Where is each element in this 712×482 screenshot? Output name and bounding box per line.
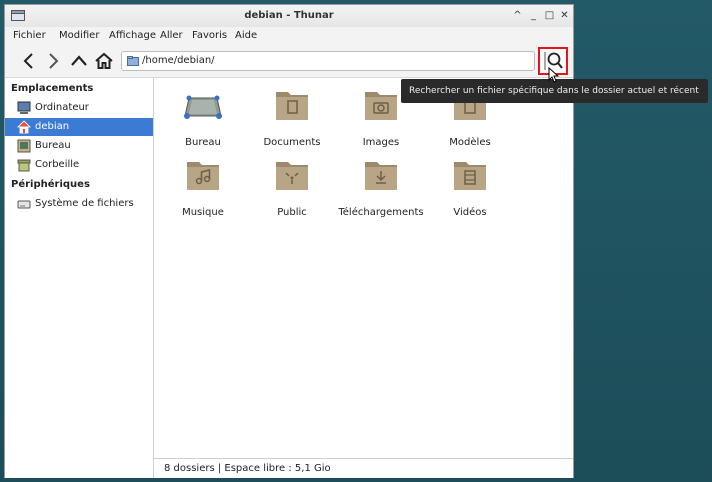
file-view: Bureau Documents Images Modèles Musique … <box>154 78 573 458</box>
location-bar[interactable]: /home/debian/ <box>121 51 535 71</box>
maximize-button[interactable]: □ <box>543 9 556 22</box>
file-item-musique[interactable]: Musique <box>158 154 248 220</box>
sidebar-item-label: Système de fichiers <box>35 198 134 209</box>
menu-aller[interactable]: Aller <box>160 30 183 41</box>
arrow-up-icon[interactable] <box>69 51 89 71</box>
desktop-icon <box>17 139 31 153</box>
file-item-public[interactable]: Public <box>247 154 337 220</box>
drive-icon <box>17 200 31 209</box>
status-bar: 8 dossiers | Espace libre : 5,1 Gio <box>154 458 573 478</box>
file-item-label: Téléchargements <box>338 207 424 218</box>
file-item-videos[interactable]: Vidéos <box>425 154 515 220</box>
file-item-label: Modèles <box>449 137 491 148</box>
file-item-documents[interactable]: Documents <box>247 84 337 150</box>
sidebar-item-systeme-fichiers[interactable]: Système de fichiers <box>5 195 153 213</box>
public-folder-icon <box>276 162 308 190</box>
sidebar-heading-devices: Périphériques <box>11 179 90 190</box>
sidebar-item-debian[interactable]: debian <box>5 118 153 136</box>
menu-affichage[interactable]: Affichage <box>109 30 156 41</box>
file-item-label: Musique <box>182 207 224 218</box>
close-button[interactable]: ✕ <box>558 9 571 22</box>
minimize-button[interactable]: _ <box>527 9 540 22</box>
file-item-label: Images <box>362 137 400 148</box>
trash-icon <box>17 159 31 172</box>
file-item-label: Vidéos <box>453 207 487 218</box>
toolbar: /home/debian/ <box>5 45 573 78</box>
sidebar-item-corbeille[interactable]: Corbeille <box>5 156 153 174</box>
documents-folder-icon <box>276 92 308 120</box>
sidebar-item-ordinateur[interactable]: Ordinateur <box>5 99 153 117</box>
sidebar-item-label: Ordinateur <box>35 102 89 113</box>
folder-icon <box>127 56 139 66</box>
chevron-left-icon[interactable] <box>19 51 39 71</box>
downloads-folder-icon <box>365 162 397 190</box>
menu-aide[interactable]: Aide <box>235 30 257 41</box>
status-text: 8 dossiers | Espace libre : 5,1 Gio <box>164 463 331 474</box>
file-item-label: Bureau <box>185 137 221 148</box>
title-bar[interactable]: debian - Thunar ^ _ □ ✕ <box>5 5 573 28</box>
chevron-right-icon[interactable] <box>43 51 63 71</box>
file-item-bureau[interactable]: Bureau <box>158 84 248 150</box>
file-manager-window: debian - Thunar ^ _ □ ✕ Fichier Modifier… <box>4 4 574 478</box>
menu-favoris[interactable]: Favoris <box>192 30 227 41</box>
computer-icon <box>17 101 31 114</box>
menu-modifier[interactable]: Modifier <box>59 30 99 41</box>
file-item-label: Public <box>277 207 307 218</box>
menu-bar: Fichier Modifier Affichage Aller Favoris… <box>5 27 573 45</box>
mouse-cursor-icon <box>548 67 560 83</box>
sidebar: Emplacements Ordinateur debian Bureau Co… <box>5 78 154 478</box>
file-item-telechargements[interactable]: Téléchargements <box>336 154 426 220</box>
sidebar-heading-places: Emplacements <box>11 83 94 94</box>
location-path: /home/debian/ <box>142 55 215 66</box>
roll-up-button[interactable]: ^ <box>511 9 524 22</box>
videos-folder-icon <box>454 162 486 190</box>
sidebar-item-bureau[interactable]: Bureau <box>5 137 153 155</box>
home-folder-icon <box>17 120 31 134</box>
sidebar-item-label: debian <box>35 121 70 132</box>
sidebar-item-label: Corbeille <box>35 159 80 170</box>
music-folder-icon <box>187 162 219 190</box>
sidebar-item-label: Bureau <box>35 140 71 151</box>
file-item-label: Documents <box>263 137 321 148</box>
window-title: debian - Thunar <box>244 10 334 21</box>
desktop-folder-icon <box>184 95 222 119</box>
menu-fichier[interactable]: Fichier <box>13 30 46 41</box>
pictures-folder-icon <box>365 92 397 120</box>
home-icon[interactable] <box>94 51 114 71</box>
